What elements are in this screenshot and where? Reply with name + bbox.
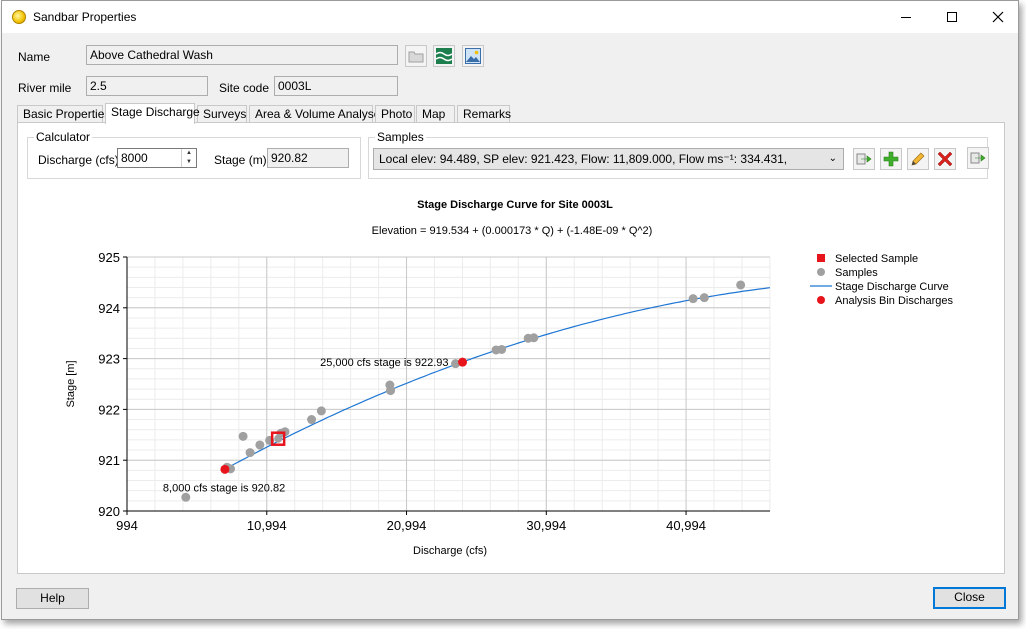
sample-point <box>736 280 746 290</box>
legend-marker-analysis-bins <box>817 296 825 304</box>
samples-selected-value: Local elev: 94.489, SP elev: 921.423, Fl… <box>379 152 788 166</box>
plot-area: 920 921 922 923 924 925 994 10,994 20,994 30,994 4… <box>98 250 771 533</box>
close-window-button[interactable] <box>975 1 1021 33</box>
export-all-button[interactable] <box>967 147 989 169</box>
analysis-bin-point <box>458 357 468 367</box>
y-axis-label: Stage [m] <box>65 360 77 407</box>
sample-point <box>688 294 698 304</box>
y-tick-label: 922 <box>98 402 120 417</box>
river-view-button[interactable] <box>433 45 455 67</box>
close-button[interactable]: Close <box>933 587 1006 609</box>
selected-sample-point <box>274 434 283 443</box>
minimize-button[interactable] <box>883 1 929 33</box>
legend-label-curve: Stage Discharge Curve <box>835 281 949 293</box>
site-code-label: Site code <box>219 81 270 95</box>
discharge-spinner[interactable]: ▲ ▼ <box>181 149 196 167</box>
sample-point <box>699 293 709 303</box>
y-tick-label: 923 <box>98 352 120 367</box>
x-tick-label: 40,994 <box>666 518 706 533</box>
browse-folder-button[interactable] <box>405 45 427 67</box>
x-tick-label: 20,994 <box>387 518 427 533</box>
sample-point <box>238 431 248 441</box>
annotation-label: 25,000 cfs stage is 922.93 <box>320 357 448 369</box>
chart-title: Stage Discharge Curve for Site 0003L <box>417 199 613 211</box>
stage-label: Stage (m) <box>214 153 267 167</box>
samples-dropdown[interactable]: Local elev: 94.489, SP elev: 921.423, Fl… <box>373 148 844 170</box>
discharge-value: 8000 <box>121 151 148 165</box>
sandbar-properties-window: Sandbar Properties Name Above Cathedral … <box>1 0 1019 620</box>
y-tick-label: 924 <box>98 301 120 316</box>
tab-photo[interactable]: Photo <box>375 105 415 123</box>
legend-label-samples: Samples <box>835 267 878 279</box>
x-axis-label: Discharge (cfs) <box>413 545 487 557</box>
photo-viewer-button[interactable] <box>462 45 484 67</box>
calculator-title: Calculator <box>34 130 93 144</box>
stage-discharge-panel: Calculator Discharge (cfs) 8000 ▲ ▼ Stag… <box>17 122 1005 574</box>
discharge-label: Discharge (cfs) <box>38 153 119 167</box>
window-title: Sandbar Properties <box>33 10 137 24</box>
sample-point <box>255 440 265 450</box>
samples-title: Samples <box>375 130 426 144</box>
sample-point <box>529 333 539 343</box>
y-tick-label: 920 <box>98 504 120 519</box>
help-button[interactable]: Help <box>16 588 89 609</box>
maximize-button[interactable] <box>929 1 975 33</box>
sample-point <box>307 415 317 425</box>
close-icon <box>992 11 1004 23</box>
spin-down-icon[interactable]: ▼ <box>182 158 196 167</box>
tab-stage-discharge[interactable]: Stage Discharge <box>105 103 200 124</box>
river-mile-field[interactable]: 2.5 <box>86 76 208 96</box>
samples-group: Samples Local elev: 94.489, SP elev: 921… <box>368 130 988 179</box>
sample-point <box>386 386 396 396</box>
sample-point <box>245 448 255 458</box>
tab-remarks[interactable]: Remarks <box>457 105 511 123</box>
site-code-field[interactable]: 0003L <box>274 76 398 96</box>
edit-sample-button[interactable] <box>907 148 929 170</box>
delete-sample-button[interactable] <box>934 148 956 170</box>
chevron-down-icon: ⌄ <box>828 153 837 164</box>
export-icon <box>856 153 872 165</box>
annotation-label: 8,000 cfs stage is 920.82 <box>163 482 285 494</box>
tab-area-volume-analyses[interactable]: Area & Volume Analyses <box>249 105 386 123</box>
sun-icon <box>12 10 26 24</box>
x-tick-label: 30,994 <box>526 518 566 533</box>
river-icon <box>436 48 452 64</box>
delete-icon <box>937 151 953 167</box>
legend-label-selected-sample: Selected Sample <box>835 253 918 265</box>
chart-subtitle: Elevation = 919.534 + (0.000173 * Q) + (… <box>372 225 653 237</box>
y-tick-label: 921 <box>98 453 120 468</box>
folder-icon <box>408 51 424 63</box>
maximize-icon <box>947 12 957 22</box>
add-icon <box>883 151 899 167</box>
analysis-bin-point <box>220 464 230 474</box>
sample-point <box>316 406 326 416</box>
x-tick-label: 994 <box>116 518 138 533</box>
export-all-icon <box>970 152 986 164</box>
add-sample-button[interactable] <box>880 148 902 170</box>
tab-surveys[interactable]: Surveys <box>197 105 247 123</box>
legend-marker-samples <box>817 268 825 276</box>
title-bar[interactable]: Sandbar Properties <box>2 1 1018 33</box>
stage-field: 920.82 <box>267 148 349 168</box>
edit-icon <box>911 152 925 166</box>
discharge-input[interactable]: 8000 ▲ ▼ <box>117 148 197 168</box>
river-mile-label: River mile <box>18 81 72 95</box>
tab-basic-properties[interactable]: Basic Properties <box>17 105 110 123</box>
chart-legend: Selected Sample Samples Stage Discharge … <box>810 253 953 307</box>
calculator-group: Calculator Discharge (cfs) 8000 ▲ ▼ Stag… <box>27 130 361 179</box>
legend-label-analysis-bins: Analysis Bin Discharges <box>835 295 953 307</box>
y-tick-label: 925 <box>98 250 120 265</box>
name-label: Name <box>18 50 51 64</box>
legend-marker-selected-sample <box>817 254 825 262</box>
sample-point <box>497 344 507 354</box>
image-icon <box>465 48 481 64</box>
tab-map[interactable]: Map <box>416 105 455 123</box>
stage-discharge-chart: Stage Discharge Curve for Site 0003L Ele… <box>65 199 953 557</box>
name-field[interactable]: Above Cathedral Wash <box>86 45 398 65</box>
x-tick-label: 10,994 <box>247 518 287 533</box>
spin-up-icon[interactable]: ▲ <box>182 149 196 158</box>
minimize-icon <box>901 17 911 18</box>
export-sample-button[interactable] <box>853 148 875 170</box>
